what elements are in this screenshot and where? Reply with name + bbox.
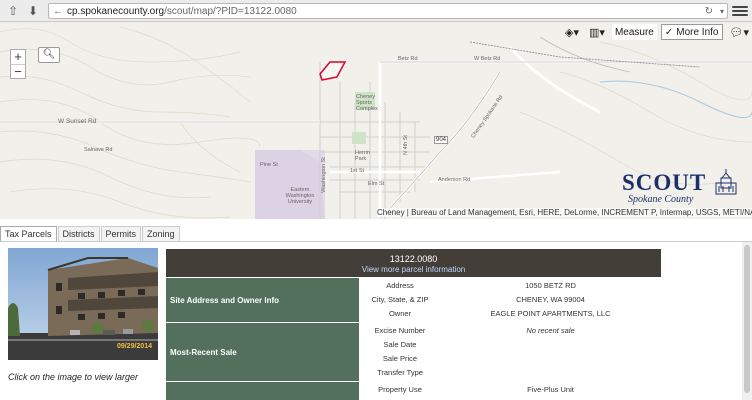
info-row: Property Use Five-Plus Unit — [360, 382, 661, 396]
row-key: Owner — [388, 308, 412, 318]
map-label-w-betz-rd: W Betz Rd — [474, 56, 501, 62]
section-label: Most-Recent Sale — [166, 323, 359, 381]
map-label-salnave-rd: Salnave Rd — [84, 147, 113, 153]
info-tabs: Tax Parcels Districts Permits Zoning — [0, 226, 181, 241]
tab-permits[interactable]: Permits — [100, 226, 142, 241]
tab-zoning[interactable]: Zoning — [142, 226, 180, 241]
map-label-w-sunset-rd: W Sunset Rd — [58, 118, 97, 125]
tab-tax-parcels[interactable]: Tax Parcels — [0, 226, 57, 241]
parcel-header: 13122.0080 View more parcel information — [166, 249, 661, 277]
map-label-n-4th-st: N 4th St — [402, 135, 409, 155]
row-key: Address — [386, 280, 414, 290]
courthouse-icon — [715, 169, 737, 195]
section-rows: Address 1050 BETZ RD City, State, & ZIP CHE… — [360, 278, 661, 320]
scrollbar-thumb[interactable] — [744, 245, 750, 393]
zoom-in-button[interactable]: + — [11, 50, 25, 64]
search-icon: 🔍︎ — [42, 49, 56, 60]
row-value: No recent sale — [526, 325, 575, 335]
map-toolbar: ◈▾ ▥▾ Measure ✓ More Info 💬︎▾ — [562, 24, 752, 40]
parcel-photo[interactable]: 09/29/2014 — [8, 248, 158, 360]
more-info-label: More Info — [676, 26, 719, 38]
map-label-betz-rd: Betz Rd — [398, 56, 418, 62]
content-scrollbar[interactable] — [742, 242, 752, 400]
section-rows: Property Use Five-Plus Unit — [360, 382, 661, 396]
row-value: Five-Plus Unit — [527, 384, 574, 394]
checkmark-icon: ✓ — [664, 26, 674, 38]
row-key: Excise Number — [374, 325, 426, 335]
row-value: 1050 BETZ RD — [525, 280, 576, 290]
info-row: Transfer Type — [360, 365, 661, 379]
info-row: Sale Date — [360, 337, 661, 351]
parcel-id: 13122.0080 — [389, 254, 438, 264]
url-path: /scout/map/?PID=13122.0080 — [164, 5, 297, 17]
map-search-button[interactable]: 🔍︎ — [38, 47, 60, 63]
reload-icon[interactable]: ↻ — [705, 6, 713, 17]
row-value: EAGLE POINT APARTMENTS, LLC — [490, 308, 611, 318]
address-bar[interactable]: ← cp.spokanecounty.org /scout/map/?PID=1… — [48, 3, 728, 19]
logo-title: SCOUT — [622, 170, 707, 195]
url-host: cp.spokanecounty.org — [67, 5, 165, 17]
info-row: Address 1050 BETZ RD — [360, 278, 661, 292]
map-label-washington-st: Washington St — [320, 157, 327, 193]
map-label-1st-st: 1st St — [350, 168, 365, 174]
photo-caption: Click on the image to view larger — [8, 372, 139, 382]
basemap-icon[interactable]: ▥▾ — [586, 24, 608, 40]
back-arrow-icon[interactable]: ⇧ — [4, 2, 22, 20]
map-view[interactable]: Betz Rd W Betz Rd W Sunset Rd Salnave Rd… — [0, 22, 752, 219]
info-row: Owner EAGLE POINT APARTMENTS, LLC — [360, 306, 661, 320]
more-parcel-info-link[interactable]: View more parcel information — [166, 265, 661, 274]
row-key: City, State, & ZIP — [371, 294, 429, 304]
section-rows: Excise Number No recent sale Sale Date Sale… — [360, 323, 661, 379]
more-info-toggle[interactable]: ✓ More Info — [660, 24, 723, 40]
zoom-control: + − — [10, 49, 26, 79]
info-row: City, State, & ZIP CHENEY, WA 99004 — [360, 292, 661, 306]
section-label: Site Address and Owner Info — [166, 278, 359, 322]
map-label-anderson-rd: Anderson Rd — [438, 177, 471, 183]
map-label-elm-st: Elm St — [368, 181, 385, 187]
row-key: Property Use — [378, 384, 422, 394]
tab-divider — [0, 241, 752, 242]
info-row: Excise Number No recent sale — [360, 323, 661, 337]
section-label — [166, 382, 359, 400]
photo-date: 09/29/2014 — [116, 343, 152, 350]
hamburger-menu-icon[interactable] — [732, 3, 748, 19]
measure-button[interactable]: Measure — [611, 24, 657, 40]
row-key: Sale Date — [383, 339, 417, 349]
map-label-ewu: Eastern Washington University — [285, 187, 315, 205]
url-dropdown-icon[interactable]: ▾ — [720, 7, 724, 16]
map-label-herrin-park: Herrin Park — [355, 150, 370, 162]
tab-districts[interactable]: Districts — [57, 226, 100, 241]
zoom-out-button[interactable]: − — [11, 64, 25, 79]
logo-subtitle: Spokane County — [628, 194, 694, 205]
map-label-pine-st: Pine St — [260, 162, 278, 168]
browser-toolbar: ⇧ ⬇ ← cp.spokanecounty.org /scout/map/?P… — [0, 0, 752, 22]
scout-logo: SCOUT Spokane County — [622, 169, 737, 205]
row-key: Sale Price — [382, 353, 418, 363]
row-value: CHENEY, WA 99004 — [516, 294, 585, 304]
map-attribution: Cheney | Bureau of Land Management, Esri… — [377, 208, 752, 217]
info-row: Sale Price — [360, 351, 661, 365]
map-label-cheney-sports-complex: Cheney Sports Complex — [356, 94, 378, 112]
chat-bubble-icon[interactable]: 💬︎▾ — [727, 24, 752, 40]
map-label-904: 904 — [434, 136, 449, 144]
download-icon[interactable]: ⬇ — [24, 2, 42, 20]
back-button[interactable]: ← — [53, 6, 63, 17]
row-key: Transfer Type — [377, 367, 423, 377]
layers-icon[interactable]: ◈▾ — [562, 24, 582, 40]
